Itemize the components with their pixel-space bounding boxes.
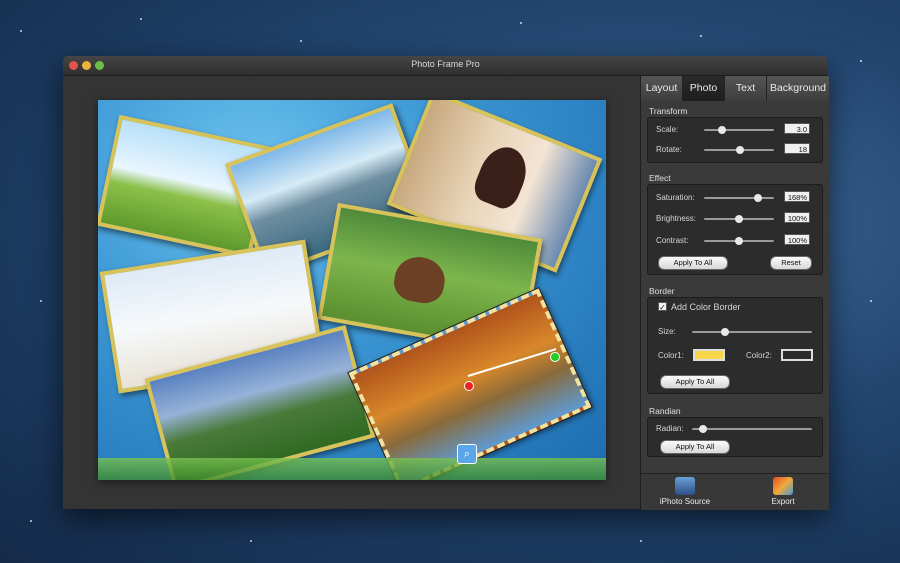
effect-group-title: Effect <box>649 173 671 183</box>
inspector-sidebar: Layout Photo Text Background Transform S… <box>640 76 829 510</box>
rotate-slider[interactable] <box>704 146 774 154</box>
bottom-toolbar: iPhoto Source Export <box>641 473 829 510</box>
border-group: ✓ Add Color Border Size: Color1: Color2:… <box>647 297 823 394</box>
brightness-label: Brightness: <box>656 214 697 223</box>
tab-background[interactable]: Background <box>767 76 829 101</box>
contrast-label: Contrast: <box>656 236 689 245</box>
border-size-label: Size: <box>658 327 676 336</box>
tab-bar: Layout Photo Text Background <box>641 76 829 101</box>
scale-slider[interactable] <box>704 126 774 134</box>
magnifier-plus-icon[interactable]: ⌕ <box>457 444 477 464</box>
saturation-label: Saturation: <box>656 193 695 202</box>
scale-slider-knob[interactable] <box>718 126 726 134</box>
color1-label: Color1: <box>658 351 684 360</box>
scale-value[interactable]: 3.0 <box>784 123 810 134</box>
saturation-slider-knob[interactable] <box>754 194 762 202</box>
radian-slider-knob[interactable] <box>699 425 707 433</box>
export-button[interactable]: Export <box>743 477 823 506</box>
add-color-border-checkbox[interactable]: ✓ <box>658 302 667 312</box>
border-group-title: Border <box>649 286 675 296</box>
tab-text[interactable]: Text <box>725 76 767 101</box>
brightness-slider-knob[interactable] <box>735 215 743 223</box>
rotate-label: Rotate: <box>656 145 682 154</box>
effect-group: Saturation: 168% Brightness: 100% Contra… <box>647 184 823 275</box>
randian-apply-to-all-button[interactable]: Apply To All <box>660 440 730 454</box>
rotate-handle-end[interactable] <box>550 352 560 362</box>
transform-group-title: Transform <box>649 106 688 116</box>
brightness-slider[interactable] <box>704 215 774 223</box>
tab-photo[interactable]: Photo <box>683 76 725 101</box>
rotate-slider-knob[interactable] <box>736 146 744 154</box>
export-label: Export <box>771 497 795 506</box>
tab-layout[interactable]: Layout <box>641 76 683 101</box>
border-size-slider-knob[interactable] <box>721 328 729 336</box>
transform-group: Scale: 3.0 Rotate: 18 <box>647 117 823 163</box>
turkey-figure <box>391 253 449 307</box>
iphoto-source-label: iPhoto Source <box>659 497 711 506</box>
export-icon <box>773 477 793 495</box>
radian-slider[interactable] <box>692 425 812 433</box>
scale-label: Scale: <box>656 125 679 134</box>
rotate-value[interactable]: 18 <box>784 143 810 154</box>
radian-label: Radian: <box>656 424 684 433</box>
rotate-handle-start[interactable] <box>464 381 474 391</box>
color2-swatch[interactable] <box>781 349 813 361</box>
contrast-value[interactable]: 100% <box>784 234 810 245</box>
canvas-area: ⌕ <box>63 76 640 509</box>
color2-label: Color2: <box>746 351 772 360</box>
randian-group-title: Randian <box>649 406 681 416</box>
border-size-slider[interactable] <box>692 328 812 336</box>
border-apply-to-all-button[interactable]: Apply To All <box>660 375 730 389</box>
window-title: Photo Frame Pro <box>411 59 480 69</box>
add-color-border-label: Add Color Border <box>671 302 741 312</box>
photo-canvas[interactable]: ⌕ <box>98 100 606 480</box>
contrast-slider-knob[interactable] <box>735 237 743 245</box>
grass-decoration <box>98 458 606 480</box>
effect-reset-button[interactable]: Reset <box>770 256 812 270</box>
color1-swatch[interactable] <box>693 349 725 361</box>
app-window: Photo Frame Pro ⌕ Layout Photo Text Back… <box>63 56 829 510</box>
title-bar: Photo Frame Pro <box>63 56 828 76</box>
randian-group: Radian: Apply To All <box>647 417 823 457</box>
iphoto-icon <box>675 477 695 495</box>
saturation-slider[interactable] <box>704 194 774 202</box>
iphoto-source-button[interactable]: iPhoto Source <box>645 477 725 506</box>
saturation-value[interactable]: 168% <box>784 191 810 202</box>
brightness-value[interactable]: 100% <box>784 212 810 223</box>
effect-apply-to-all-button[interactable]: Apply To All <box>658 256 728 270</box>
contrast-slider[interactable] <box>704 237 774 245</box>
girl-figure <box>469 140 535 213</box>
